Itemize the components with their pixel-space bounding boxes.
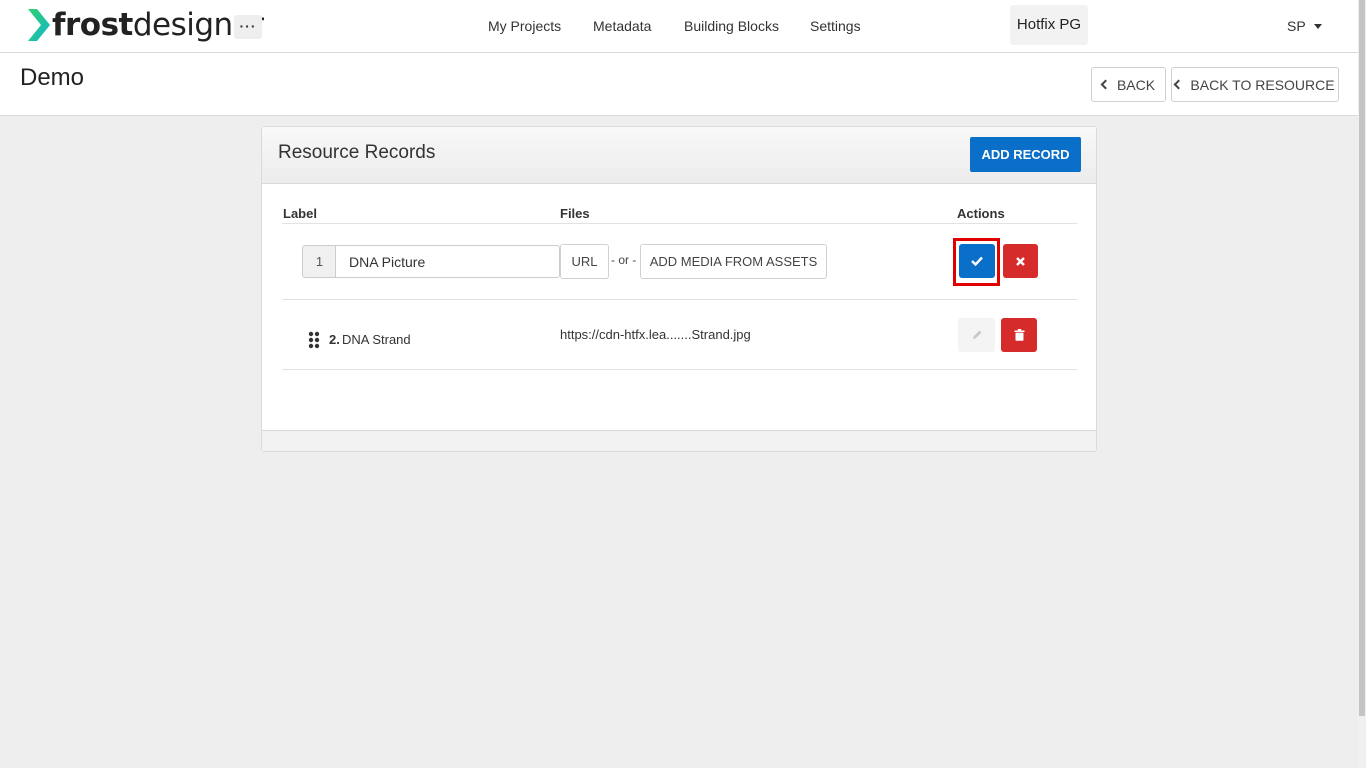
or-separator: - or - [611, 253, 637, 267]
chevron-left-icon [1100, 79, 1111, 90]
panel-header: Resource Records ADD RECORD [262, 127, 1096, 184]
column-header-files: Files [560, 206, 590, 221]
back-to-resource-label: BACK TO RESOURCE [1190, 76, 1335, 93]
delete-button[interactable] [1001, 318, 1037, 352]
column-header-actions: Actions [957, 206, 1005, 221]
record-label: DNA Strand [342, 332, 411, 347]
nav-building-blocks[interactable]: Building Blocks [684, 18, 779, 34]
confirm-button[interactable] [959, 244, 995, 278]
panel-footer [262, 430, 1096, 451]
page-title: Demo [20, 64, 85, 91]
row-divider [282, 299, 1077, 300]
trash-icon [1014, 329, 1024, 341]
logo-chevron-icon [28, 9, 50, 41]
record-file-url[interactable]: https://cdn-htfx.lea.......Strand.jpg [560, 327, 751, 342]
x-icon [1016, 256, 1025, 266]
back-to-resource-button[interactable]: BACK TO RESOURCE [1171, 67, 1339, 102]
user-initials: SP [1287, 18, 1306, 34]
nav-my-projects[interactable]: My Projects [488, 18, 561, 34]
logo-text: frostdesigner [52, 7, 264, 43]
pencil-icon [972, 330, 981, 339]
back-button-label: BACK [1116, 76, 1156, 93]
caret-down-icon [1313, 24, 1322, 29]
scrollbar-thumb[interactable] [1359, 0, 1365, 716]
url-button[interactable]: URL [560, 244, 609, 279]
record-label-input[interactable] [335, 245, 560, 278]
nav-metadata[interactable]: Metadata [593, 18, 651, 34]
row-divider [282, 369, 1077, 370]
user-menu[interactable]: SP [1287, 18, 1322, 34]
page-header: Demo BACK BACK TO RESOURCE [0, 53, 1358, 116]
edit-button[interactable] [958, 318, 995, 352]
back-button[interactable]: BACK [1091, 67, 1166, 102]
add-record-button[interactable]: ADD RECORD [970, 137, 1081, 172]
resource-records-panel: Resource Records ADD RECORD Label Files … [261, 126, 1097, 452]
more-menu-button[interactable]: ··· [234, 15, 262, 39]
top-navbar: frostdesigner ··· My Projects Metadata B… [0, 0, 1358, 53]
app-logo[interactable]: frostdesigner [28, 8, 264, 42]
header-divider [282, 223, 1077, 224]
project-switcher[interactable]: Hotfix PG [1010, 5, 1088, 45]
drag-handle-icon[interactable] [308, 331, 320, 349]
nav-settings[interactable]: Settings [810, 18, 861, 34]
column-header-label: Label [283, 206, 317, 221]
panel-title: Resource Records [278, 142, 436, 163]
chevron-left-icon [1173, 79, 1184, 90]
add-media-from-assets-button[interactable]: ADD MEDIA FROM ASSETS [640, 244, 827, 279]
cancel-button[interactable] [1003, 244, 1038, 278]
record-number: 2. [329, 332, 340, 347]
record-number: 1 [302, 245, 336, 278]
check-icon [971, 256, 983, 266]
